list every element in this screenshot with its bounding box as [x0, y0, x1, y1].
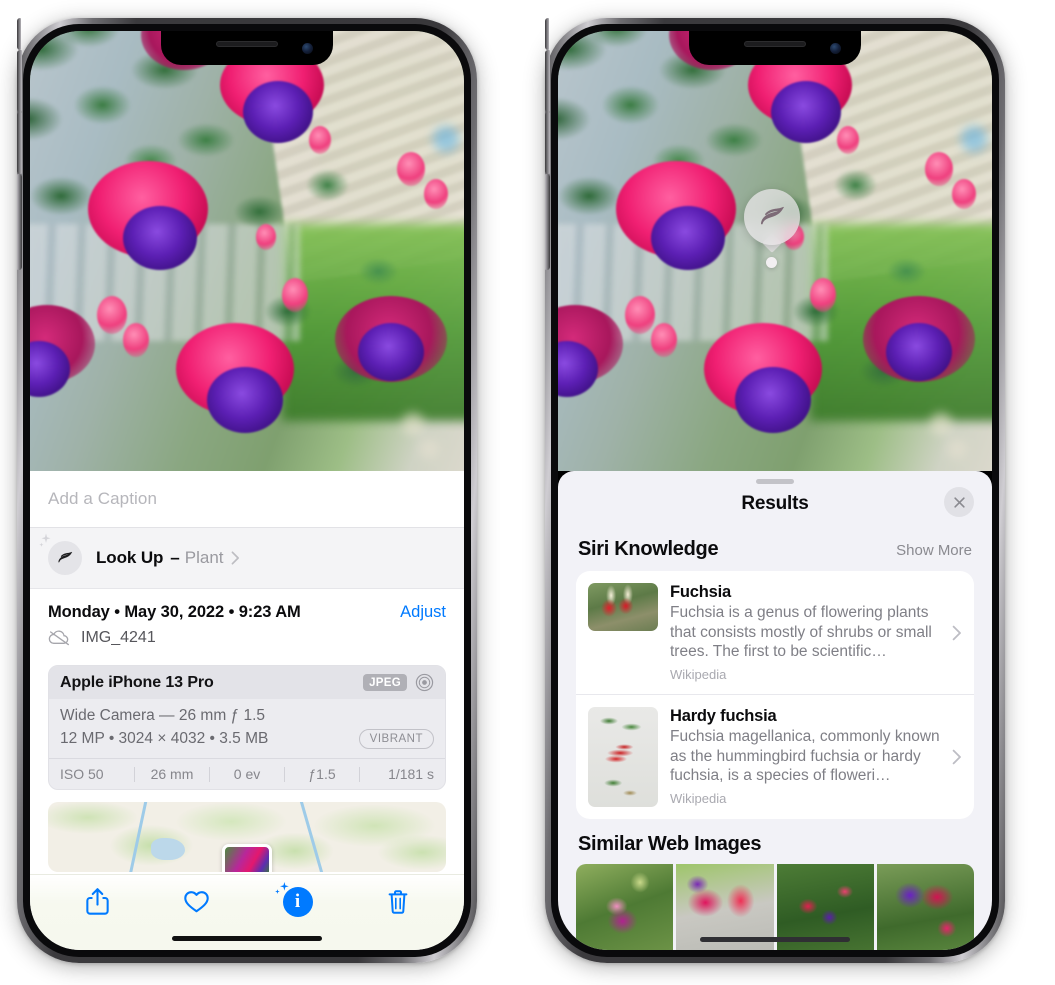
share-icon[interactable]: [85, 887, 110, 916]
adjust-button[interactable]: Adjust: [400, 603, 446, 622]
cloud-slash-icon: [48, 630, 71, 646]
fuchsia-photo: [558, 31, 992, 471]
earpiece-speaker: [744, 41, 806, 47]
photo-date: Monday • May 30, 2022 • 9:23 AM: [48, 603, 301, 621]
look-up-subject: Plant: [184, 548, 224, 567]
leaf-icon: [760, 206, 784, 225]
result-source: Wikipedia: [670, 667, 727, 683]
heart-icon[interactable]: [183, 889, 210, 914]
silent-switch[interactable]: [545, 18, 549, 50]
exif-shutter: 1/181 s: [388, 766, 434, 782]
exif-ev: 0 ev: [233, 766, 261, 782]
front-camera: [302, 43, 313, 54]
chevron-right-icon: [231, 551, 240, 565]
leaf-icon: [58, 551, 73, 563]
results-sheet: Results Siri Knowledge Show More Fuchsia…: [558, 471, 992, 950]
web-image-1[interactable]: [576, 864, 674, 950]
photo-info-sheet: Add a Caption Look Up – Plant Monday • M…: [30, 471, 464, 950]
phone-left-screen: Add a Caption Look Up – Plant Monday • M…: [30, 31, 464, 950]
power-button[interactable]: [17, 174, 22, 270]
phone-right-bezel: Results Siri Knowledge Show More Fuchsia…: [551, 24, 999, 957]
map-photo-pin: [222, 844, 272, 872]
camera-lens: Wide Camera — 26 mm ƒ 1.5: [60, 707, 266, 724]
look-up-dash: –: [170, 548, 180, 567]
location-map-thumbnail[interactable]: [48, 802, 446, 872]
show-more-button[interactable]: Show More: [896, 542, 972, 559]
trash-icon[interactable]: [386, 889, 410, 915]
exif-row: ISO 50 26 mm 0 ev ƒ1.5 1/181 s: [49, 758, 445, 789]
photo-viewer[interactable]: [558, 31, 992, 471]
results-header: Results: [558, 484, 992, 524]
photo-filename: IMG_4241: [81, 629, 156, 646]
camera-model: Apple iPhone 13 Pro: [60, 673, 214, 691]
notch: [689, 31, 861, 65]
caption-input[interactable]: Add a Caption: [48, 489, 157, 509]
result-title: Hardy fuchsia: [670, 707, 777, 726]
leaf-chip: [39, 533, 82, 575]
camera-specs: 12 MP • 3024 × 4032 • 3.5 MB: [60, 730, 269, 747]
list-item[interactable]: Fuchsia Fuchsia is a genus of flowering …: [576, 571, 974, 694]
home-indicator[interactable]: [172, 936, 322, 941]
siri-knowledge-card: Fuchsia Fuchsia is a genus of flowering …: [576, 571, 974, 820]
chevron-right-icon: [952, 625, 962, 641]
phone-left: Add a Caption Look Up – Plant Monday • M…: [17, 18, 477, 963]
result-thumbnail: [588, 583, 658, 631]
volume-up-button[interactable]: [545, 50, 550, 112]
screenshot-stage: Add a Caption Look Up – Plant Monday • M…: [0, 0, 1055, 985]
result-title: Fuchsia: [670, 583, 731, 601]
exif-iso: ISO 50: [60, 766, 104, 782]
result-description: Fuchsia is a genus of flowering plants t…: [670, 604, 932, 661]
exif-aperture: ƒ1.5: [308, 766, 336, 782]
result-thumbnail: [588, 707, 658, 808]
earpiece-speaker: [216, 41, 278, 47]
result-source: Wikipedia: [670, 791, 727, 807]
power-button[interactable]: [545, 174, 550, 270]
look-up-anchor-dot: [766, 257, 777, 268]
siri-knowledge-header: Siri Knowledge Show More: [558, 524, 992, 571]
exif-focal: 26 mm: [150, 766, 194, 782]
silent-switch[interactable]: [17, 18, 21, 50]
metadata-block: Monday • May 30, 2022 • 9:23 AM Adjust I…: [30, 588, 464, 655]
look-up-block: Look Up – Plant: [30, 527, 464, 588]
phone-right-screen: Results Siri Knowledge Show More Fuchsia…: [558, 31, 992, 950]
front-camera: [830, 43, 841, 54]
web-image-4[interactable]: [876, 864, 974, 950]
info-sparkle-icon[interactable]: i: [274, 881, 313, 917]
aperture-icon: [415, 673, 434, 692]
chevron-right-icon: [952, 749, 962, 765]
visual-look-up-badge[interactable]: [744, 189, 800, 245]
similar-web-images-title: Similar Web Images: [578, 833, 762, 856]
phone-right: Results Siri Knowledge Show More Fuchsia…: [545, 18, 1005, 963]
results-title: Results: [741, 493, 809, 514]
phone-left-bezel: Add a Caption Look Up – Plant Monday • M…: [23, 24, 471, 957]
look-up-row[interactable]: Look Up – Plant: [30, 528, 464, 588]
volume-down-button[interactable]: [545, 112, 550, 174]
siri-knowledge-title: Siri Knowledge: [578, 538, 719, 560]
photo-viewer[interactable]: [30, 31, 464, 471]
sparkle-icon: [39, 533, 51, 547]
result-description: Fuchsia magellanica, commonly known as t…: [670, 728, 940, 785]
notch: [161, 31, 333, 65]
close-icon[interactable]: [944, 487, 974, 517]
volume-up-button[interactable]: [17, 50, 22, 112]
home-indicator[interactable]: [700, 937, 850, 942]
camera-info-card[interactable]: Apple iPhone 13 Pro JPEG Wide Camera — 2…: [48, 665, 446, 790]
format-badge: JPEG: [363, 674, 407, 691]
volume-down-button[interactable]: [17, 112, 22, 174]
look-up-title: Look Up: [96, 548, 164, 567]
sparkle-icon: [274, 881, 291, 898]
similar-web-images-header: Similar Web Images: [558, 819, 992, 864]
fuchsia-photo: [30, 31, 464, 471]
photographic-style-badge: VIBRANT: [358, 729, 434, 749]
caption-row[interactable]: Add a Caption: [30, 471, 464, 527]
list-item[interactable]: Hardy fuchsia Fuchsia magellanica, commo…: [576, 694, 974, 819]
